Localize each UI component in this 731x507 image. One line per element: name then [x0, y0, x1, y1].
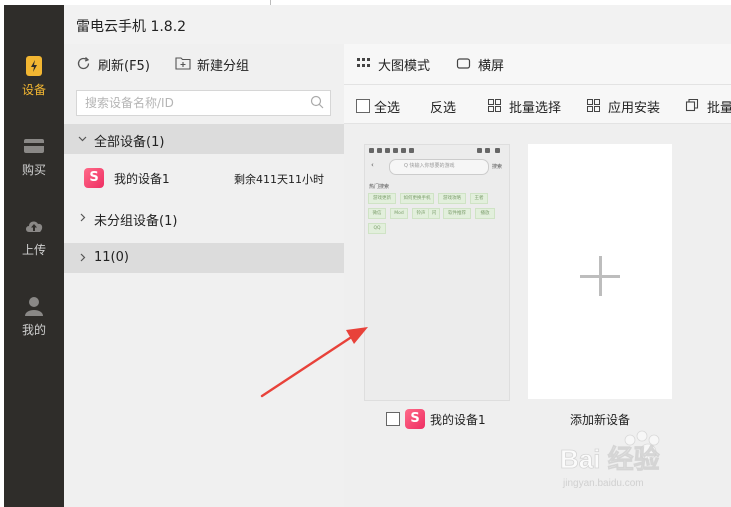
phone-search-button: 搜索	[492, 164, 503, 170]
app-logo-icon: S	[405, 409, 425, 429]
folder-add-icon	[175, 57, 191, 70]
group-name: 11(0)	[94, 250, 129, 265]
large-mode-label: 大图模式	[378, 59, 431, 74]
device-checkbox[interactable]	[386, 412, 400, 426]
phone-search-placeholder: Q 快输入你想要的游戏	[404, 163, 455, 169]
batch-toolbar: 全选 反选 批量选择 应用安装 批量	[344, 85, 731, 124]
select-all-label: 全选	[374, 101, 401, 116]
nav-label: 我的	[21, 323, 46, 337]
left-nav: 设备 购买 上传 我的	[4, 5, 64, 507]
phone-tag: 王者	[470, 193, 488, 204]
nav-item-mine[interactable]: 我的	[4, 287, 64, 347]
user-icon	[25, 297, 43, 316]
device-card-label: 我的设备1	[430, 413, 486, 427]
device-screen-preview[interactable]: ‹ Q 快输入你想要的游戏 搜索 热门搜索 游戏更新 如何更换手机 游戏攻略 王…	[364, 144, 510, 401]
app-install-label: 应用安装	[608, 101, 661, 116]
phone-status-bar	[365, 145, 509, 155]
title-bar: 雷电云手机 1.8.2	[64, 5, 731, 45]
group-name: 未分组设备(1)	[94, 214, 178, 229]
nav-item-upload[interactable]: 上传	[4, 207, 64, 267]
phone-search-box: Q 快输入你想要的游戏	[389, 159, 489, 175]
watermark-url: jingyan.baidu.com	[562, 478, 644, 489]
baidu-jingyan-watermark: Bai 经验 jingyan.baidu.com	[560, 430, 660, 489]
search-input[interactable]	[83, 94, 307, 112]
plus-icon	[599, 256, 602, 296]
search-box[interactable]	[76, 90, 331, 116]
group-name: 全部设备(1)	[94, 135, 165, 150]
group-all-devices[interactable]: 全部设备(1)	[64, 124, 344, 154]
back-icon: ‹	[371, 161, 374, 169]
device-icon	[26, 56, 42, 76]
batch-more-label: 批量	[707, 101, 731, 116]
phone-tag: 闪	[428, 208, 440, 219]
copy-icon	[685, 98, 699, 112]
watermark-brand: Bai 经验	[560, 444, 660, 474]
app-title: 雷电云手机 1.8.2	[76, 19, 187, 35]
phone-tag: 游戏攻略	[438, 193, 466, 204]
group-11[interactable]: 11(0)	[64, 243, 344, 273]
annotation-arrow	[260, 327, 368, 398]
add-device-label[interactable]: 添加新设备	[528, 411, 672, 428]
phone-tag: 游戏更新	[368, 193, 396, 204]
cloud-upload-icon	[26, 221, 43, 232]
phone-tag: 播放	[475, 208, 495, 219]
checkbox[interactable]	[356, 99, 370, 113]
landscape-label: 横屏	[478, 59, 505, 74]
nav-label: 上传	[21, 243, 46, 257]
phone-tag: 如何更换手机	[400, 193, 434, 204]
invert-label: 反选	[430, 101, 457, 116]
batch-select-icon	[488, 99, 501, 112]
phone-tag: QQ	[368, 223, 386, 234]
phone-hot-label: 热门搜索	[369, 184, 390, 190]
refresh-icon	[77, 57, 90, 70]
phone-tag: 软件推荐	[443, 208, 471, 219]
nav-label: 设备	[21, 83, 46, 97]
nav-item-buy[interactable]: 购买	[4, 127, 64, 187]
device-list-item[interactable]: S 我的设备1 剩余411天11小时	[64, 158, 344, 198]
add-device-card[interactable]	[528, 144, 672, 399]
card-icon	[24, 139, 44, 153]
search-icon[interactable]	[310, 95, 324, 109]
device-list-panel: 刷新(F5) 新建分组 全部设备(1) S 我的设备1 剩余411天11小时	[64, 44, 344, 507]
chevron-right-icon	[80, 253, 86, 262]
phone-tag: Mod	[390, 208, 408, 219]
chevron-down-icon	[78, 136, 87, 142]
landscape-icon	[456, 58, 471, 69]
grid-icon	[357, 58, 370, 67]
device-remaining-time: 剩余411天11小时	[234, 173, 324, 186]
device-name: 我的设备1	[114, 172, 170, 186]
nav-label: 购买	[21, 163, 46, 177]
refresh-label: 刷新(F5)	[98, 59, 150, 74]
app-logo-icon: S	[84, 168, 104, 188]
new-group-label: 新建分组	[197, 59, 250, 74]
apps-icon	[587, 99, 600, 112]
view-toolbar: 大图模式 横屏	[344, 44, 731, 85]
batch-select-label: 批量选择	[509, 101, 562, 116]
chevron-right-icon	[80, 213, 86, 222]
nav-item-device[interactable]: 设备	[4, 47, 64, 107]
list-toolbar: 刷新(F5) 新建分组	[64, 44, 344, 84]
group-ungrouped-devices[interactable]: 未分组设备(1)	[64, 203, 344, 233]
device-card-caption: S 我的设备1	[386, 408, 526, 430]
phone-tag: 微信	[368, 208, 386, 219]
